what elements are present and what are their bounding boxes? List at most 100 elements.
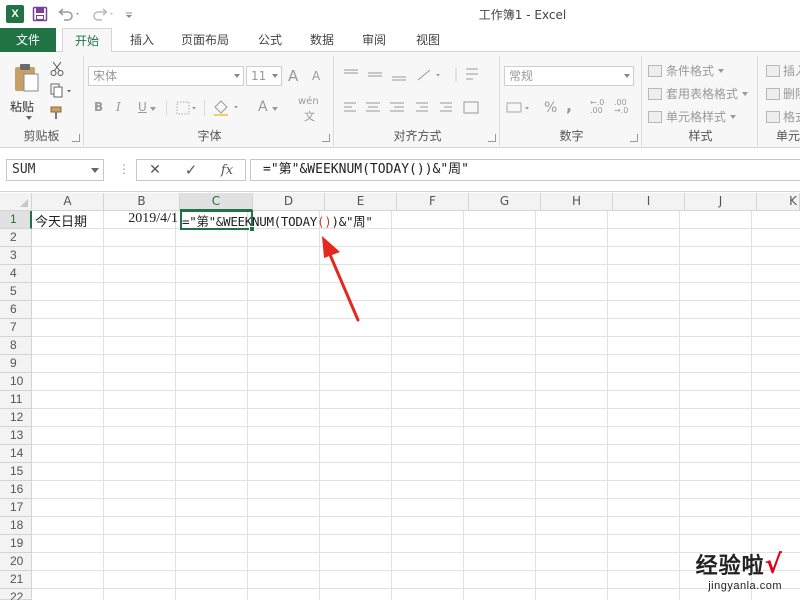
font-size-value: 11 bbox=[251, 69, 267, 83]
row-header-16[interactable]: 16 bbox=[0, 481, 32, 499]
row-header-8[interactable]: 8 bbox=[0, 337, 32, 355]
column-header-j[interactable]: J bbox=[685, 193, 757, 211]
formula-bar-splitter-icon[interactable]: ⋮ bbox=[118, 162, 130, 176]
tab-home[interactable]: 开始 bbox=[62, 28, 112, 53]
conditional-formatting-button[interactable]: 条件格式 bbox=[648, 62, 725, 79]
cell-a1[interactable]: 今天日期 bbox=[35, 211, 105, 230]
row-header-19[interactable]: 19 bbox=[0, 535, 32, 553]
tab-view[interactable]: 视图 bbox=[406, 28, 450, 52]
tab-formulas[interactable]: 公式 bbox=[248, 28, 292, 52]
row-header-12[interactable]: 12 bbox=[0, 409, 32, 427]
cells-group: 插入 删除 格式 单元 bbox=[760, 56, 800, 146]
cell-b1[interactable]: 2019/4/1 bbox=[105, 211, 180, 229]
chevron-down-icon[interactable] bbox=[91, 168, 99, 173]
cancel-icon[interactable]: ✕ bbox=[137, 160, 173, 180]
row-header-6[interactable]: 6 bbox=[0, 301, 32, 319]
row-header-10[interactable]: 10 bbox=[0, 373, 32, 391]
format-as-table-button[interactable]: 套用表格格式 bbox=[648, 85, 749, 102]
row-header-3[interactable]: 3 bbox=[0, 247, 32, 265]
row-header-4[interactable]: 4 bbox=[0, 265, 32, 283]
underline-dropdown-icon[interactable] bbox=[150, 107, 156, 111]
increase-decimal-icon[interactable]: ←.0.00 bbox=[590, 99, 604, 115]
conditional-formatting-label: 条件格式 bbox=[666, 64, 715, 78]
name-box[interactable]: SUM bbox=[6, 159, 104, 181]
clipboard-group: 粘贴 剪贴板 bbox=[0, 56, 84, 146]
row-header-2[interactable]: 2 bbox=[0, 229, 32, 247]
alignment-launcher-icon[interactable] bbox=[488, 134, 496, 142]
format-painter-icon[interactable] bbox=[48, 104, 66, 122]
column-header-i[interactable]: I bbox=[613, 193, 685, 211]
column-header-d[interactable]: D bbox=[253, 193, 325, 211]
chevron-down-icon bbox=[272, 74, 278, 78]
tab-page-layout[interactable]: 页面布局 bbox=[172, 28, 238, 52]
formula-input[interactable]: ="第"&WEEKNUM(TODAY())&"周" bbox=[250, 159, 800, 181]
row-header-21[interactable]: 21 bbox=[0, 571, 32, 589]
select-all-button[interactable] bbox=[0, 193, 32, 211]
shrink-font-icon[interactable]: A bbox=[312, 69, 320, 83]
insert-function-icon[interactable]: fx bbox=[209, 160, 245, 180]
row-header-22[interactable]: 22 bbox=[0, 589, 32, 600]
row-header-1[interactable]: 1 bbox=[0, 211, 32, 229]
borders-icon[interactable] bbox=[176, 100, 198, 116]
vertical-align-icons[interactable] bbox=[342, 66, 462, 84]
font-color-icon[interactable]: A bbox=[258, 99, 268, 115]
row-header-7[interactable]: 7 bbox=[0, 319, 32, 337]
row-header-14[interactable]: 14 bbox=[0, 445, 32, 463]
column-header-c[interactable]: C bbox=[180, 193, 253, 211]
row-header-15[interactable]: 15 bbox=[0, 463, 32, 481]
fill-handle[interactable] bbox=[249, 226, 255, 232]
font-name-combo[interactable]: 宋体 bbox=[88, 66, 244, 86]
column-header-b[interactable]: B bbox=[104, 193, 180, 211]
tab-file[interactable]: 文件 bbox=[0, 28, 56, 52]
tab-data[interactable]: 数据 bbox=[300, 28, 344, 52]
row-header-18[interactable]: 18 bbox=[0, 517, 32, 535]
column-header-a[interactable]: A bbox=[32, 193, 104, 211]
chevron-down-icon bbox=[742, 91, 749, 96]
row-header-17[interactable]: 17 bbox=[0, 499, 32, 517]
column-header-g[interactable]: G bbox=[469, 193, 541, 211]
worksheet-grid: A B C D E F G H I J K 1 2 3 4 5 6 7 8 9 … bbox=[0, 193, 800, 600]
column-header-h[interactable]: H bbox=[541, 193, 613, 211]
row-header-20[interactable]: 20 bbox=[0, 553, 32, 571]
horizontal-align-icons[interactable] bbox=[342, 100, 482, 116]
paste-dropdown-icon[interactable] bbox=[26, 116, 32, 120]
wrap-text-icon[interactable] bbox=[462, 64, 482, 86]
gridlines bbox=[32, 211, 800, 600]
format-cells-button[interactable]: 格式 bbox=[766, 108, 800, 125]
paste-label[interactable]: 粘贴 bbox=[10, 98, 34, 115]
fill-color-icon[interactable] bbox=[212, 99, 242, 117]
column-header-e[interactable]: E bbox=[325, 193, 397, 211]
row-header-5[interactable]: 5 bbox=[0, 283, 32, 301]
accounting-format-icon[interactable] bbox=[506, 100, 534, 116]
number-format-combo[interactable]: 常规 bbox=[504, 66, 634, 86]
percent-style-button[interactable]: % bbox=[544, 100, 557, 116]
bold-button[interactable]: B bbox=[94, 100, 103, 114]
decrease-decimal-icon[interactable]: .00 →.0 bbox=[614, 99, 628, 115]
cut-icon[interactable] bbox=[48, 60, 66, 78]
clipboard-launcher-icon[interactable] bbox=[72, 134, 80, 142]
row-header-13[interactable]: 13 bbox=[0, 427, 32, 445]
delete-cells-button[interactable]: 删除 bbox=[766, 85, 800, 102]
row-header-9[interactable]: 9 bbox=[0, 355, 32, 373]
tab-insert[interactable]: 插入 bbox=[122, 28, 162, 52]
cell-styles-button[interactable]: 单元格样式 bbox=[648, 108, 737, 125]
enter-icon[interactable]: ✓ bbox=[173, 160, 209, 180]
grow-font-icon[interactable]: A bbox=[288, 67, 298, 85]
column-header-f[interactable]: F bbox=[397, 193, 469, 211]
phonetic-guide-icon[interactable]: wén bbox=[298, 96, 319, 107]
comma-style-button[interactable]: , bbox=[566, 96, 572, 115]
insert-cells-button[interactable]: 插入 bbox=[766, 62, 800, 79]
row-header-11[interactable]: 11 bbox=[0, 391, 32, 409]
italic-button[interactable]: I bbox=[116, 100, 121, 114]
font-color-dropdown-icon[interactable] bbox=[272, 107, 278, 111]
cell-c1[interactable]: ="第"&WEEKNUM(TODAY())&"周" bbox=[182, 211, 373, 229]
cells-group-label: 单元 bbox=[776, 129, 800, 143]
copy-icon[interactable] bbox=[48, 82, 76, 100]
font-size-combo[interactable]: 11 bbox=[246, 66, 282, 86]
column-header-k[interactable]: K bbox=[757, 193, 800, 211]
number-launcher-icon[interactable] bbox=[630, 134, 638, 142]
paste-icon[interactable] bbox=[8, 60, 44, 96]
underline-button[interactable]: U bbox=[138, 100, 147, 114]
tab-review[interactable]: 审阅 bbox=[352, 28, 396, 52]
font-launcher-icon[interactable] bbox=[322, 134, 330, 142]
